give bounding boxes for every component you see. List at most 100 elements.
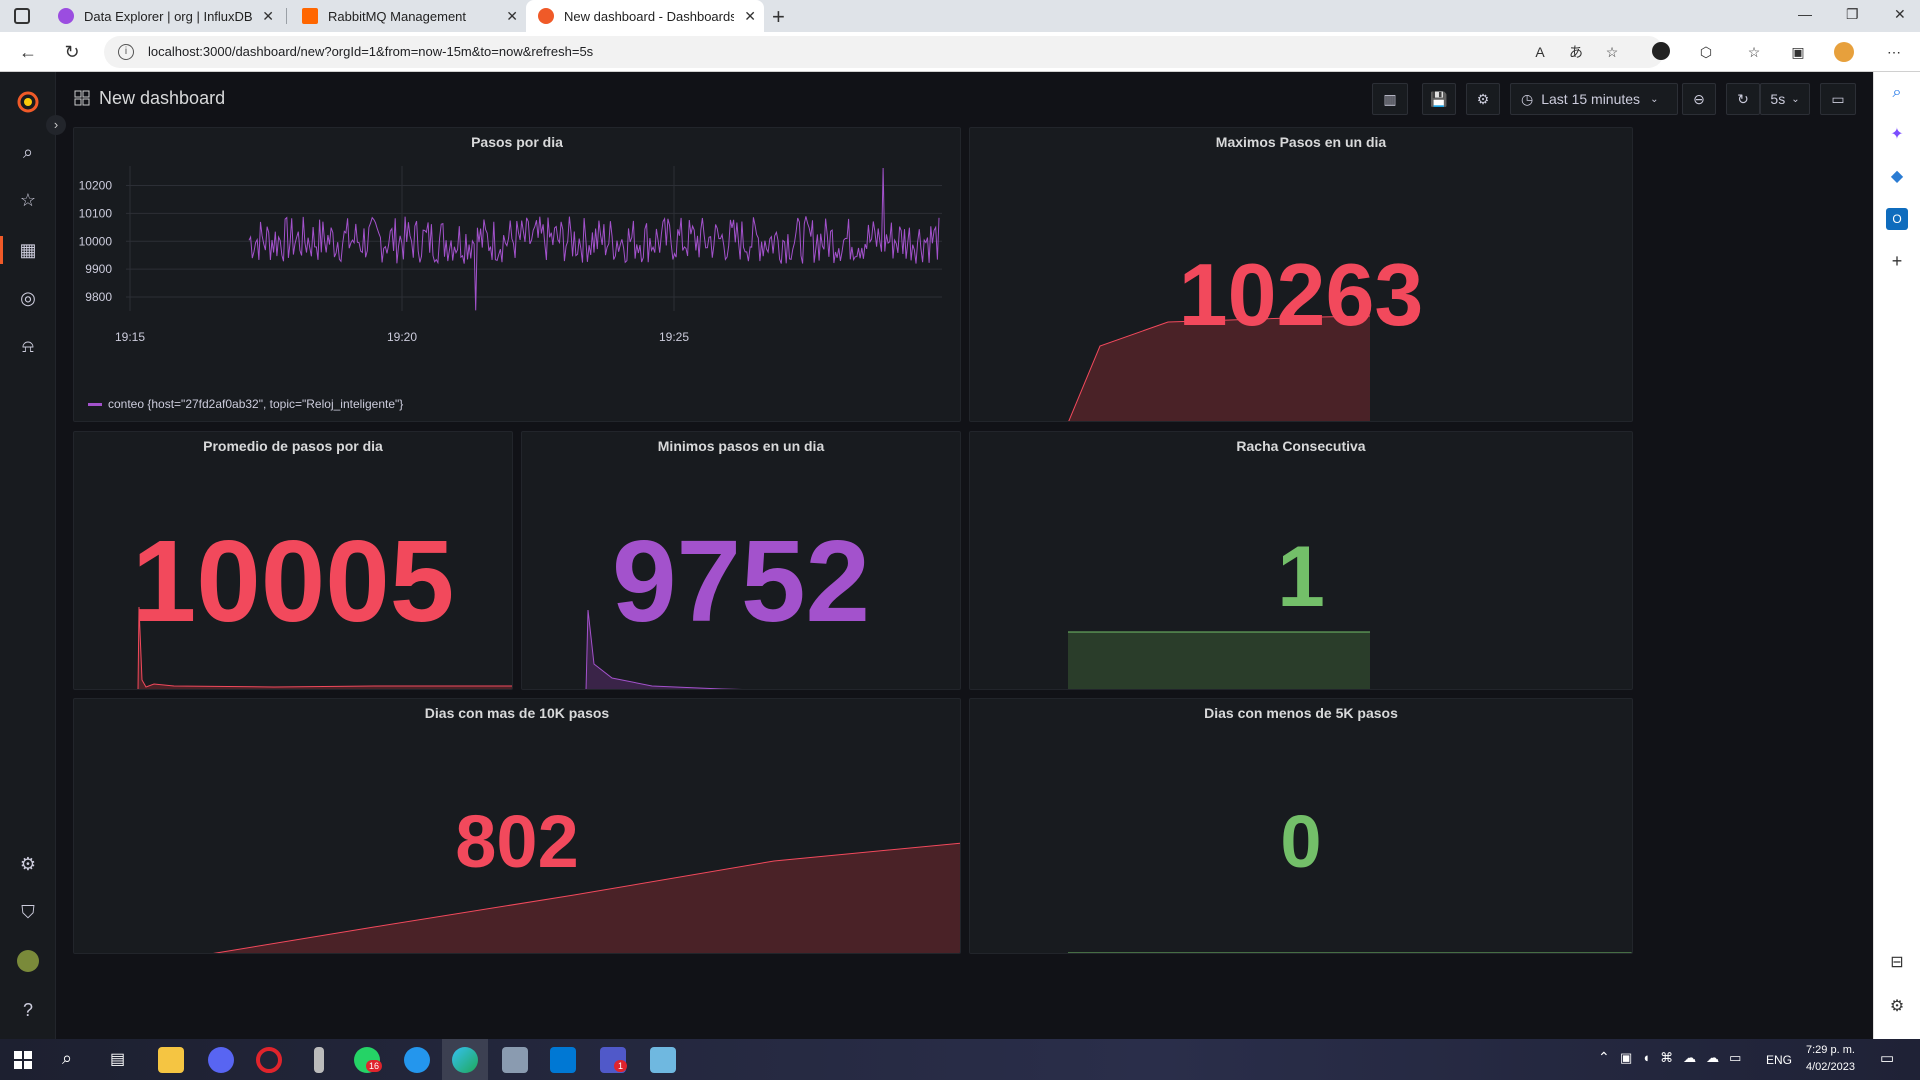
add-panel-button[interactable]: ▥ [1372,83,1408,115]
tab-grafana[interactable]: New dashboard - Dashboards - G ✕ [526,0,764,32]
url-box[interactable]: i localhost:3000/dashboard/new?orgId=1&f… [104,36,1664,68]
task-view-icon[interactable]: ▤ [110,1049,125,1069]
notes-icon[interactable] [502,1047,528,1073]
shield-icon[interactable]: ⛉ [16,900,40,924]
paint-icon[interactable] [650,1047,676,1073]
translate-icon[interactable]: あ [1566,42,1586,62]
panel-title: Pasos por dia [471,134,563,150]
minimize-button[interactable]: — [1798,6,1812,22]
panel-dias-menos-5k[interactable]: Dias con menos de 5K pasos 0 [969,698,1633,954]
search-icon[interactable]: ⌕ [1886,82,1908,104]
panel-dias-mas-10k[interactable]: Dias con mas de 10K pasos 802 [73,698,961,954]
outlook-icon[interactable]: O [1886,208,1908,230]
close-icon[interactable]: ✕ [744,8,756,25]
refresh-interval-picker[interactable]: 5s ⌄ [1760,83,1810,115]
language-indicator[interactable]: ENG [1766,1053,1792,1067]
panel-minimos-pasos[interactable]: Minimos pasos en un dia 9752 [521,431,961,690]
panel-maximos-pasos[interactable]: Maximos Pasos en un dia 10263 [969,127,1633,422]
vscode-icon[interactable] [550,1047,576,1073]
clock-icon: ◷ [1521,90,1534,107]
chevron-down-icon: ⌄ [1650,93,1659,105]
expand-nav-button[interactable]: › [46,115,66,135]
star-icon[interactable]: ☆ [16,188,40,212]
notification-icon[interactable]: ▭ [1880,1049,1894,1067]
clock-date[interactable]: 4/02/2023 [1806,1061,1855,1073]
panel-racha-consecutiva[interactable]: Racha Consecutiva 1 [969,431,1633,690]
refresh-icon[interactable]: ↻ [60,40,84,64]
y-tick-label: 10200 [79,179,113,193]
dashboard-title[interactable]: New dashboard [99,88,225,109]
favorite-add-icon[interactable]: ☆ [1602,42,1622,62]
stat-value: 802 [455,800,579,883]
user-avatar[interactable] [17,950,39,972]
legend-label: conteo {host="27fd2af0ab32", topic="Relo… [108,397,404,411]
windows-taskbar: ⌕ ▤ 16 1 ⌃ ▣◖⌘☁☁▭ ENG 7:29 p. m. 4/02/20… [0,1039,1920,1080]
stat-value: 0 [1280,800,1322,883]
browser-edge-sidebar: ⌕ ✦ ◆ O + ⊟ ⚙ [1873,72,1920,1039]
clock-time[interactable]: 7:29 p. m. [1806,1044,1855,1056]
puzzle-icon[interactable]: ⬡ [1696,42,1716,62]
usb-icon[interactable] [314,1047,324,1073]
whatsapp-badge: 16 [366,1060,383,1072]
add-icon[interactable]: + [1886,250,1908,272]
file-explorer-icon[interactable] [158,1047,184,1073]
favorites-icon[interactable]: ☆ [1744,42,1764,62]
extension-icon[interactable] [1652,42,1670,60]
profile-avatar[interactable] [1834,42,1854,62]
window-close-button[interactable]: ✕ [1894,6,1906,23]
close-icon[interactable]: ✕ [506,8,518,25]
windows-start-icon[interactable] [14,1051,32,1069]
panel-pasos-por-dia[interactable]: Pasos por dia 10200 10100 10000 9900 9800 19:… [73,127,961,422]
panel-promedio-pasos[interactable]: Promedio de pasos por dia 10005 [73,431,513,690]
read-aloud-icon[interactable]: A [1530,42,1550,62]
docker-icon[interactable] [404,1047,430,1073]
tab-influxdb[interactable]: Data Explorer | org | InfluxDB ✕ [46,0,282,32]
bell-icon[interactable]: ⍾ [16,334,40,358]
copilot-icon[interactable]: ✦ [1886,124,1908,146]
info-icon[interactable]: i [118,44,134,60]
dashboard-settings-button[interactable]: ⚙ [1466,83,1500,115]
tab-label: RabbitMQ Management [328,8,467,24]
grafana-icon [538,8,554,24]
time-picker-button[interactable]: ◷ Last 15 minutes ⌄ [1510,83,1678,115]
gear-icon[interactable]: ⚙ [16,852,40,876]
tab-separator [286,8,287,24]
active-indicator [0,236,3,264]
new-tab-button[interactable]: + [772,4,785,30]
search-icon[interactable]: ⌕ [16,140,40,164]
refresh-dashboard-button[interactable]: ↻ [1726,83,1760,115]
back-arrow-icon[interactable]: ← [16,40,40,64]
legend-color-swatch [88,402,102,406]
settings-icon[interactable]: ⚙ [1886,996,1908,1018]
tray-icons[interactable]: ▣◖⌘☁☁▭ [1620,1050,1751,1066]
collections-icon[interactable]: ▣ [1788,42,1808,62]
more-icon[interactable]: ⋯ [1884,42,1904,62]
series-line [248,167,940,311]
panel-icon[interactable]: ⊟ [1886,952,1908,974]
y-tick-label: 9900 [85,262,112,276]
stat-value: 10005 [131,516,455,646]
restore-button[interactable]: ❐ [1846,6,1859,23]
y-tick-label: 10000 [79,234,113,248]
close-icon[interactable]: ✕ [262,8,274,25]
tab-actions-icon[interactable] [14,8,30,24]
help-icon[interactable]: ? [16,998,40,1022]
timeseries-chart: 10200 10100 10000 9900 9800 19:15 19:20 19:25 [79,166,942,344]
search-icon[interactable]: ⌕ [62,1048,72,1069]
zoom-out-button[interactable]: ⊖ [1682,83,1716,115]
discord-icon[interactable] [208,1047,234,1073]
dashboards-icon[interactable]: ▦ [16,238,40,262]
tv-mode-button[interactable]: ▭ [1820,83,1856,115]
office-icon[interactable]: ◆ [1886,166,1908,188]
opera-icon[interactable] [256,1047,282,1073]
tab-label: New dashboard - Dashboards - G [564,8,734,24]
tab-rabbitmq[interactable]: RabbitMQ Management ✕ [290,0,526,32]
save-dashboard-button[interactable]: 💾 [1422,83,1456,115]
compass-icon[interactable]: ◎ [16,286,40,310]
x-tick-label: 19:20 [387,330,417,344]
grafana-logo-icon[interactable] [15,89,41,115]
edge-icon[interactable] [452,1047,478,1073]
refresh-interval-label: 5s [1770,91,1786,107]
tray-chevron-icon[interactable]: ⌃ [1598,1049,1610,1066]
chevron-down-icon: ⌄ [1791,93,1800,105]
